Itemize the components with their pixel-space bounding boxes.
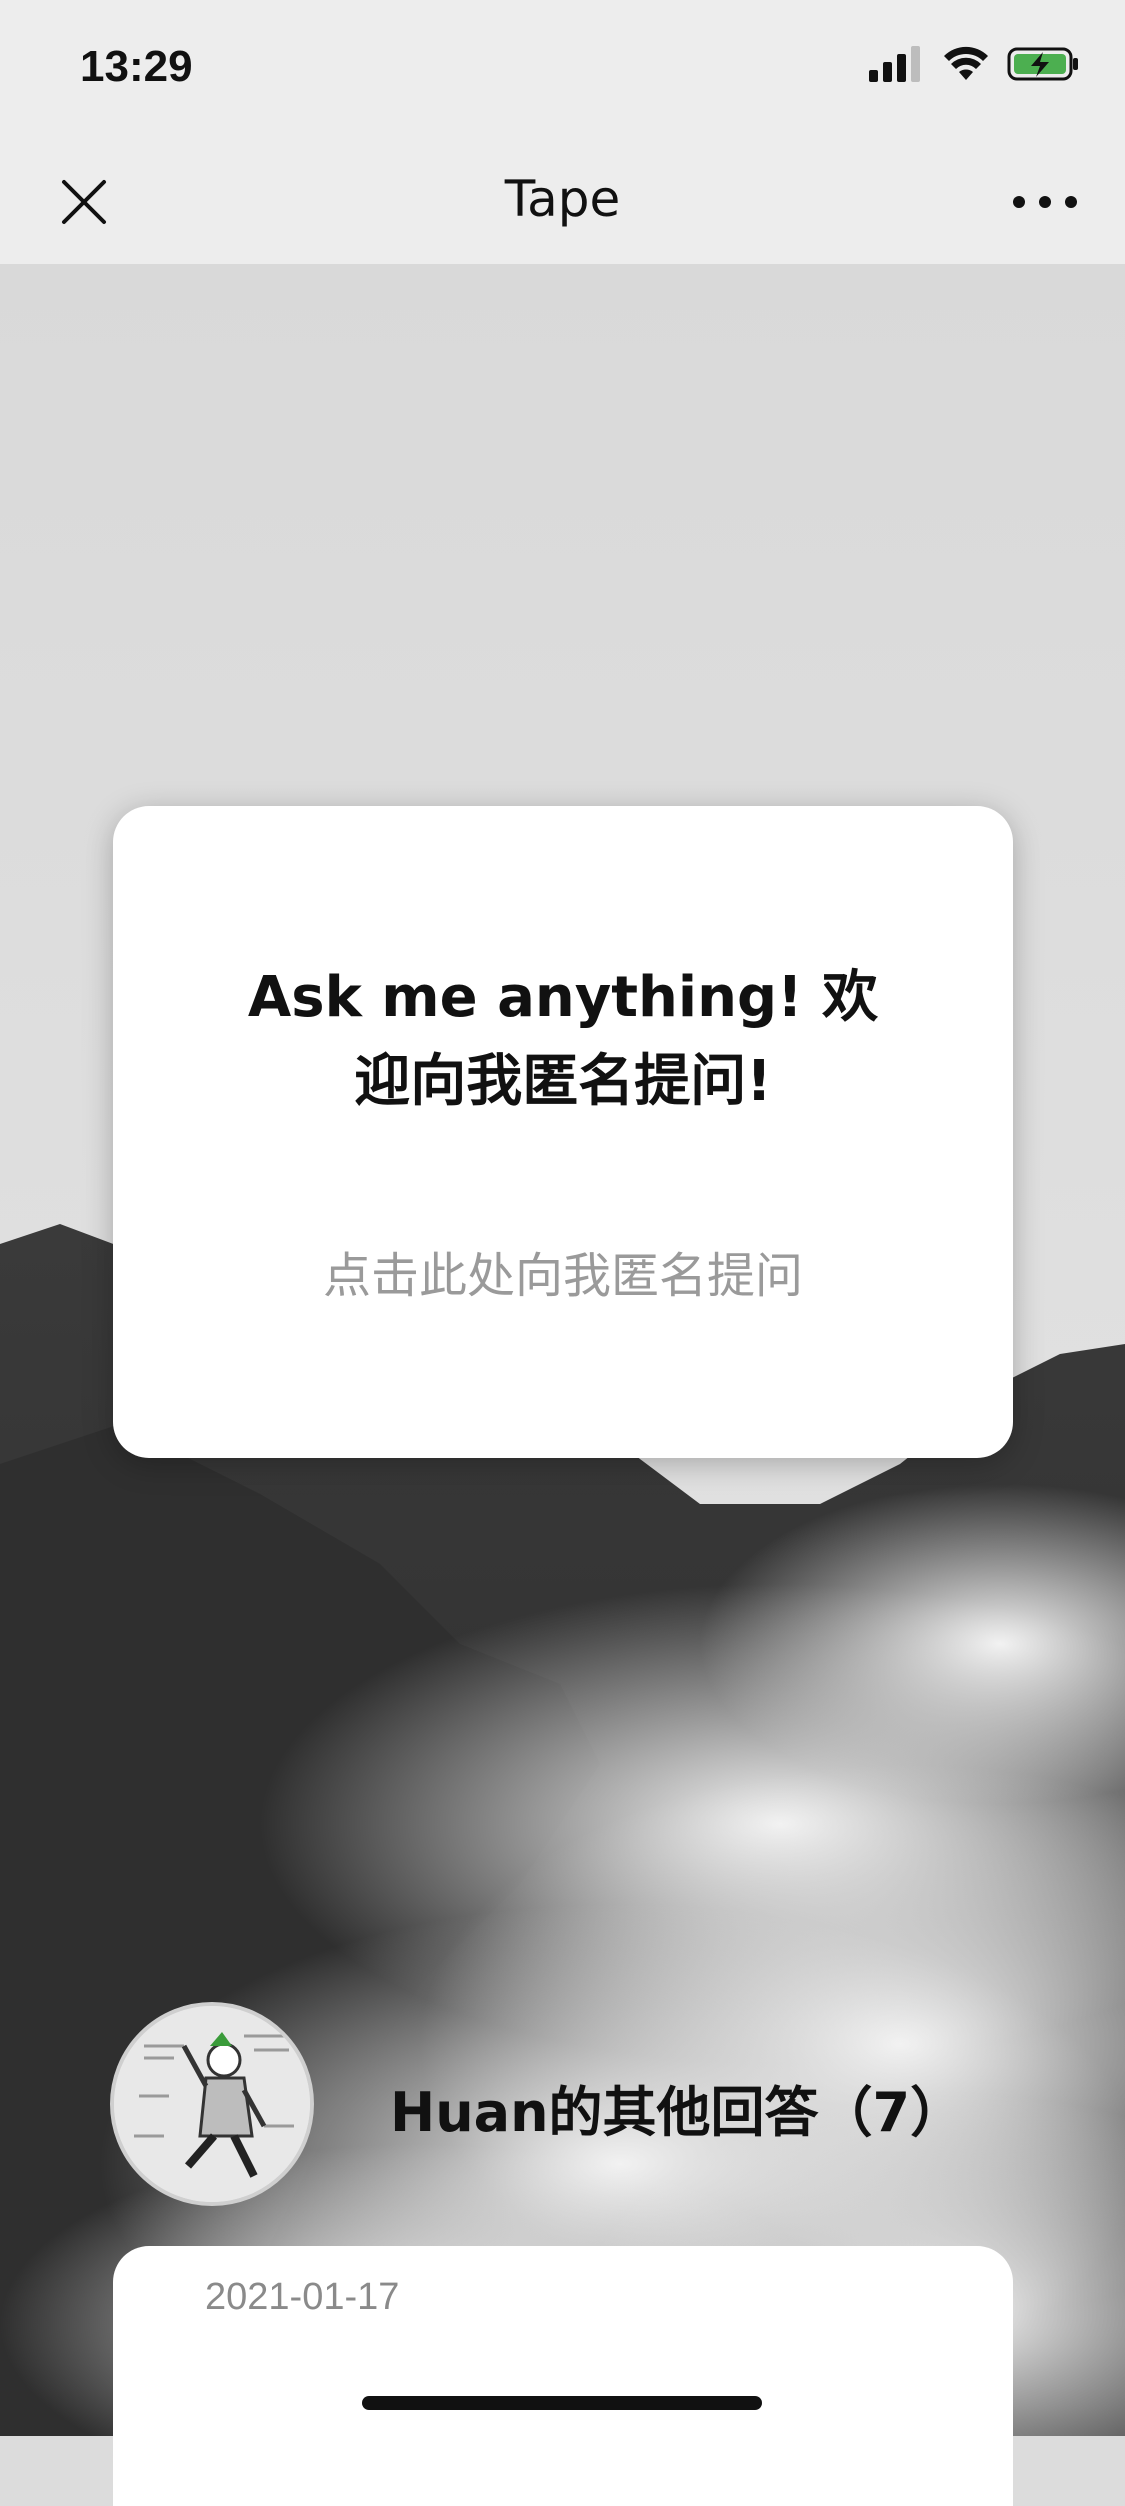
status-icons xyxy=(869,46,1081,82)
answer-date: 2021-01-17 xyxy=(205,2276,400,2318)
signal-icon xyxy=(869,46,920,82)
other-answers-heading: Huan的其他回答（7） xyxy=(390,2081,965,2144)
avatar[interactable] xyxy=(110,2002,314,2206)
answer-card[interactable]: 2021-01-17 xyxy=(113,2246,1013,2506)
page-title: Tape xyxy=(504,170,621,228)
more-icon xyxy=(1013,196,1077,208)
status-time: 13:29 xyxy=(80,42,193,91)
nav-bar: Tape xyxy=(0,140,1125,264)
ask-title: Ask me anything! 欢迎向我匿名提问! xyxy=(247,965,879,1114)
battery-charging-icon xyxy=(1007,47,1078,81)
more-button[interactable] xyxy=(1005,180,1085,224)
home-indicator[interactable] xyxy=(362,2396,762,2410)
status-bar: 13:29 xyxy=(0,0,1125,140)
ask-prompt-link[interactable]: 点击此处向我匿名提问 xyxy=(113,1236,1013,1306)
wifi-icon xyxy=(944,46,988,80)
ask-card[interactable]: Ask me anything! 欢迎向我匿名提问! 点击此处向我匿名提问 xyxy=(113,806,1013,1458)
